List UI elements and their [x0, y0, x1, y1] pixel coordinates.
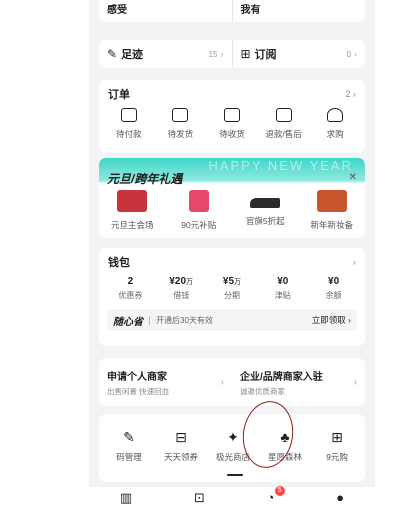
truck-icon [223, 108, 240, 122]
wallet-installment[interactable]: ¥5万 分期 [210, 276, 254, 301]
heart-hand-icon [327, 108, 344, 122]
personal-merchant-link[interactable]: 申请个人商家 出售闲置 快速回血 › [99, 368, 232, 397]
orders-count: 2 [345, 89, 351, 99]
order-wanted[interactable]: 求购 [309, 108, 361, 140]
refund-icon [275, 108, 292, 122]
order-pending-payment[interactable]: 待付款 [103, 108, 155, 140]
plus-square-icon: ⊞ [240, 47, 251, 61]
wallet-coupon[interactable]: 2 优惠券 [108, 276, 152, 301]
red-envelope-image [188, 190, 209, 212]
chevron-right-icon: › [354, 49, 357, 59]
wallet-header[interactable]: 钱包 › [99, 248, 365, 276]
order-status-list: 待付款 待发货 待收货 退款/售后 求购 [99, 108, 365, 140]
subscribe-count: 0 [346, 49, 351, 59]
profile-tab-icon[interactable]: ● [336, 490, 344, 505]
orders-card: 订单 2 › 待付款 待发货 待收货 退款/售后 求购 [99, 80, 365, 153]
shop-tab-icon[interactable]: ⊡ [194, 490, 205, 506]
wallet-card: 钱包 › 2 优惠券 ¥20万 借钱 ¥5万 分期 ¥0 津贴 ¥0 余额 随心… [99, 248, 365, 346]
footprints-link[interactable]: ✎ 足迹 15 › [99, 40, 232, 68]
tool-nine-yuan[interactable]: ⊞ 9元购 [311, 428, 363, 463]
message-badge: 5 [274, 486, 285, 496]
chevron-right-icon: › [353, 257, 356, 267]
phone-screen: ⛶ ⚙ 感受 我有 ✎ 足迹 15 › ⊞ 订阅 0 › [89, 0, 375, 507]
cut-left[interactable]: 感受 [99, 0, 232, 22]
wallet-values: 2 优惠券 ¥20万 借钱 ¥5万 分期 ¥0 津贴 ¥0 余额 [99, 276, 365, 301]
chevron-right-icon: › [220, 376, 224, 388]
sparkle-icon: ✦ [227, 429, 239, 445]
orders-header[interactable]: 订单 2 › [99, 80, 365, 108]
ticket-icon: ⊟ [175, 429, 187, 445]
close-icon[interactable]: ✕ [349, 172, 357, 183]
order-pending-shipment[interactable]: 待发货 [155, 108, 207, 140]
wallet-borrow[interactable]: ¥20万 借钱 [159, 276, 203, 301]
chevron-right-icon: › [220, 49, 224, 59]
chevron-right-icon: › [353, 376, 357, 388]
footprint-icon: ✎ [107, 47, 118, 61]
wallet-icon [120, 108, 137, 122]
cosmetics-image [316, 190, 347, 212]
order-refund[interactable]: 退款/售后 [258, 108, 310, 140]
scroll-indicator [227, 474, 243, 476]
footprints-label: 足迹 [121, 49, 144, 61]
ruler-icon: ✎ [123, 429, 135, 445]
home-tab-icon[interactable]: ▥ [120, 490, 132, 506]
footprints-count: 15 [208, 49, 218, 59]
coupon-icon: ⊞ [331, 429, 343, 445]
credit-brand: 随心省 [113, 316, 143, 328]
cut-row: 感受 我有 [99, 0, 365, 22]
tool-daily-coupon[interactable]: ⊟ 天天领券 [155, 428, 207, 463]
promo-item-subsidy[interactable]: 90元补贴 [168, 190, 230, 231]
quick-links: ✎ 足迹 15 › ⊞ 订阅 0 › [99, 40, 365, 68]
promo-item-main-venue[interactable]: 元旦主会场 [101, 190, 163, 231]
tool-zero-yuan[interactable]: ⊓ 0元 [363, 428, 365, 463]
orders-title: 订单 [108, 89, 130, 101]
promo-item-flagship[interactable]: 官旗5折起 [234, 190, 296, 231]
new-year-promo[interactable]: 元旦/跨年礼遇 HAPPY NEW YEAR ✕ 元旦主会场 90元补贴 官旗5… [99, 158, 365, 238]
enterprise-merchant-link[interactable]: 企业/品牌商家入驻 诚邀优质商家 › [232, 368, 365, 397]
package-icon [172, 108, 189, 122]
wallet-allowance[interactable]: ¥0 津贴 [261, 276, 305, 301]
promo-title: 元旦/跨年礼遇 [107, 172, 183, 186]
merchant-card: 申请个人商家 出售闲置 快速回血 › 企业/品牌商家入驻 诚邀优质商家 › [99, 358, 365, 406]
gift-box-image [117, 190, 148, 212]
sneaker-image [250, 198, 281, 208]
order-pending-receipt[interactable]: 待收货 [206, 108, 258, 140]
subscribe-label: 订阅 [254, 49, 277, 61]
claim-now-button[interactable]: 立即领取 › [312, 314, 351, 326]
chevron-right-icon: › [353, 89, 356, 99]
message-tab-icon[interactable]: ◔ 5 [267, 486, 285, 505]
credit-banner[interactable]: 随心省 开通后30天有效 立即领取 › [107, 309, 357, 331]
bottom-nav: ▥ ⊡ ◔ 5 ● [89, 486, 375, 507]
promo-item-beauty[interactable]: 新年新妆备 [301, 190, 363, 231]
cut-right[interactable]: 我有 [231, 0, 366, 22]
subscribe-link[interactable]: ⊞ 订阅 0 › [231, 40, 366, 68]
wallet-balance[interactable]: ¥0 余额 [312, 276, 356, 301]
tool-code-manage[interactable]: ✎ 码管理 [103, 428, 155, 463]
promo-decoration: HAPPY NEW YEAR [208, 158, 353, 173]
credit-text: 开通后30天有效 [156, 315, 213, 325]
wallet-title: 钱包 [108, 257, 130, 269]
tools-list: ✎ 码管理 ⊟ 天天领券 ✦ 极光商店 ♣ 星愿森林 ⊞ 9元购 ⊓ 0元 [99, 414, 365, 463]
tools-card: ✎ 码管理 ⊟ 天天领券 ✦ 极光商店 ♣ 星愿森林 ⊞ 9元购 ⊓ 0元 [99, 414, 365, 482]
